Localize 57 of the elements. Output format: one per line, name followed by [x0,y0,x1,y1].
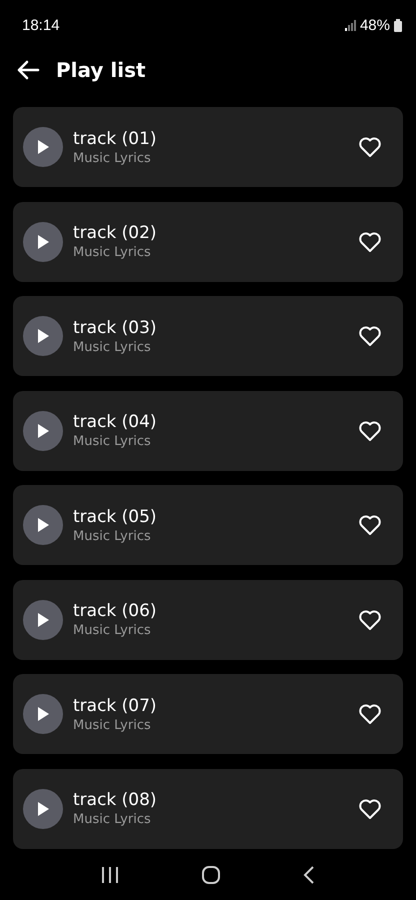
play-button[interactable] [23,505,63,545]
heart-icon[interactable] [358,230,382,252]
play-button[interactable] [23,316,63,356]
track-card[interactable]: track (04) Music Lyrics [13,390,403,470]
track-subtitle: Music Lyrics [73,623,152,638]
track-title: track (05) [73,506,158,526]
play-button[interactable] [23,222,63,262]
play-icon [36,706,50,722]
recent-apps-icon[interactable] [101,867,120,883]
heart-icon[interactable] [358,798,382,820]
track-card[interactable]: track (01) Music Lyrics [13,107,403,187]
play-icon [36,422,50,438]
track-card[interactable]: track (02) Music Lyrics [13,202,403,282]
track-title: track (06) [73,601,158,621]
play-icon [36,517,50,533]
play-icon [36,800,50,816]
track-subtitle: Music Lyrics [73,150,152,166]
track-subtitle: Music Lyrics [73,528,152,544]
play-icon [36,328,50,344]
track-subtitle: Music Lyrics [73,245,152,260]
track-subtitle: Music Lyrics [73,434,152,449]
track-title: track (01) [73,128,158,148]
play-button[interactable] [23,410,63,450]
heart-icon[interactable] [358,420,382,442]
back-arrow-icon[interactable] [16,60,40,80]
play-button[interactable] [23,127,63,167]
track-title: track (04) [73,412,158,432]
play-icon [36,139,50,155]
battery-level: 48% [360,16,390,34]
track-title: track (07) [73,696,158,716]
signal-icon [344,20,356,30]
track-card[interactable]: track (03) Music Lyrics [13,296,403,376]
track-card[interactable]: track (06) Music Lyrics [13,580,403,660]
track-subtitle: Music Lyrics [73,340,152,354]
track-title: track (08) [73,790,158,810]
heart-icon[interactable] [358,514,382,536]
track-subtitle: Music Lyrics [73,718,152,732]
home-icon[interactable] [202,866,220,884]
track-card[interactable]: track (08) Music Lyrics [13,768,403,848]
play-icon [36,612,50,628]
track-title: track (03) [73,318,158,338]
page-title: Play list [56,58,146,82]
track-card[interactable]: track (05) Music Lyrics [13,485,403,565]
track-subtitle: Music Lyrics [73,812,152,827]
heart-icon[interactable] [358,136,382,158]
back-icon[interactable] [302,866,315,884]
play-icon [36,234,50,250]
heart-icon[interactable] [358,608,382,630]
play-button[interactable] [23,788,63,828]
battery-icon [394,18,402,32]
heart-icon[interactable] [358,703,382,725]
heart-icon[interactable] [358,325,382,347]
play-button[interactable] [23,694,63,734]
play-button[interactable] [23,600,63,640]
track-title: track (02) [73,223,158,243]
clock: 18:14 [22,16,60,34]
track-card[interactable]: track (07) Music Lyrics [13,674,403,754]
